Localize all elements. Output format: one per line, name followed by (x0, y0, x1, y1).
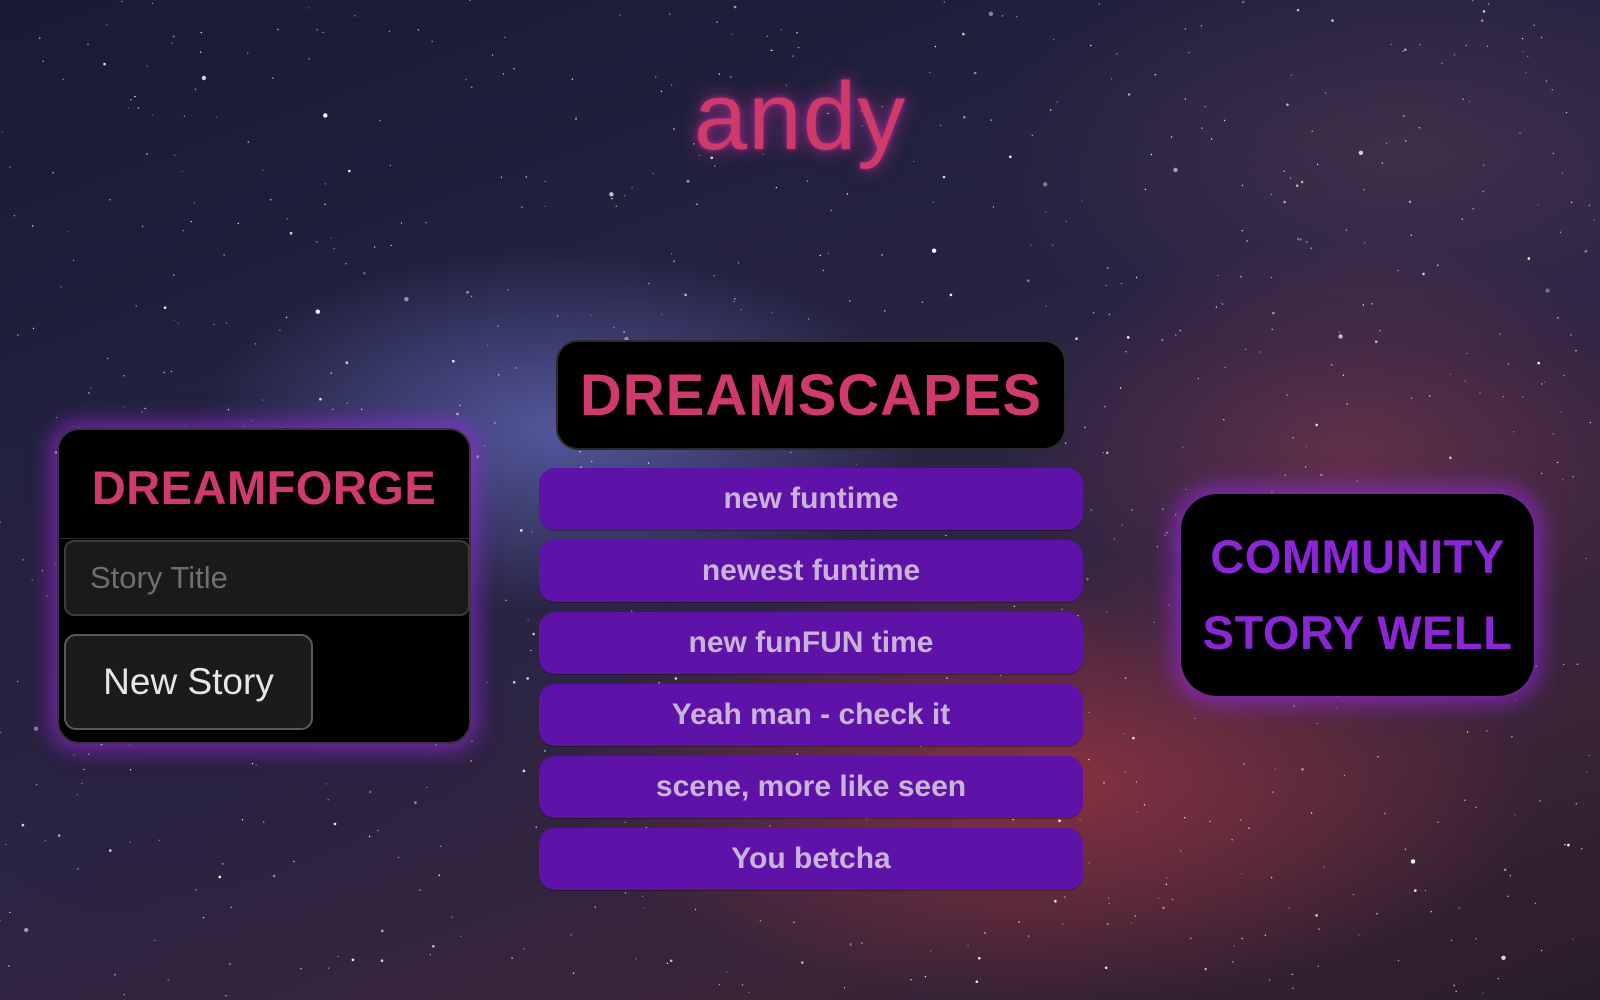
dreamscapes-list: new funtime newest funtime new funFUN ti… (539, 468, 1083, 900)
community-well-line-2: STORY WELL (1202, 606, 1513, 659)
dreamscape-item[interactable]: scene, more like seen (539, 756, 1083, 818)
dreamscape-item[interactable]: newest funtime (539, 540, 1083, 602)
new-story-button[interactable]: New Story (64, 634, 313, 730)
dreamscapes-title: DREAMSCAPES (579, 362, 1043, 428)
story-title-input[interactable] (64, 540, 470, 616)
dreamscapes-header: DREAMSCAPES (556, 340, 1066, 450)
dreamforge-divider (59, 538, 469, 539)
dreamscape-item[interactable]: new funFUN time (539, 612, 1083, 674)
community-well-line-1: COMMUNITY (1210, 530, 1505, 583)
dreamscape-item[interactable]: new funtime (539, 468, 1083, 530)
dreamforge-title: DREAMFORGE (91, 461, 437, 514)
community-story-well-button[interactable]: COMMUNITY STORY WELL (1181, 494, 1534, 696)
user-name-heading: andy (693, 63, 907, 170)
dreamscape-item[interactable]: You betcha (539, 828, 1083, 890)
dreamscape-item[interactable]: Yeah man - check it (539, 684, 1083, 746)
dreamforge-panel: DREAMFORGE New Story (57, 428, 471, 744)
